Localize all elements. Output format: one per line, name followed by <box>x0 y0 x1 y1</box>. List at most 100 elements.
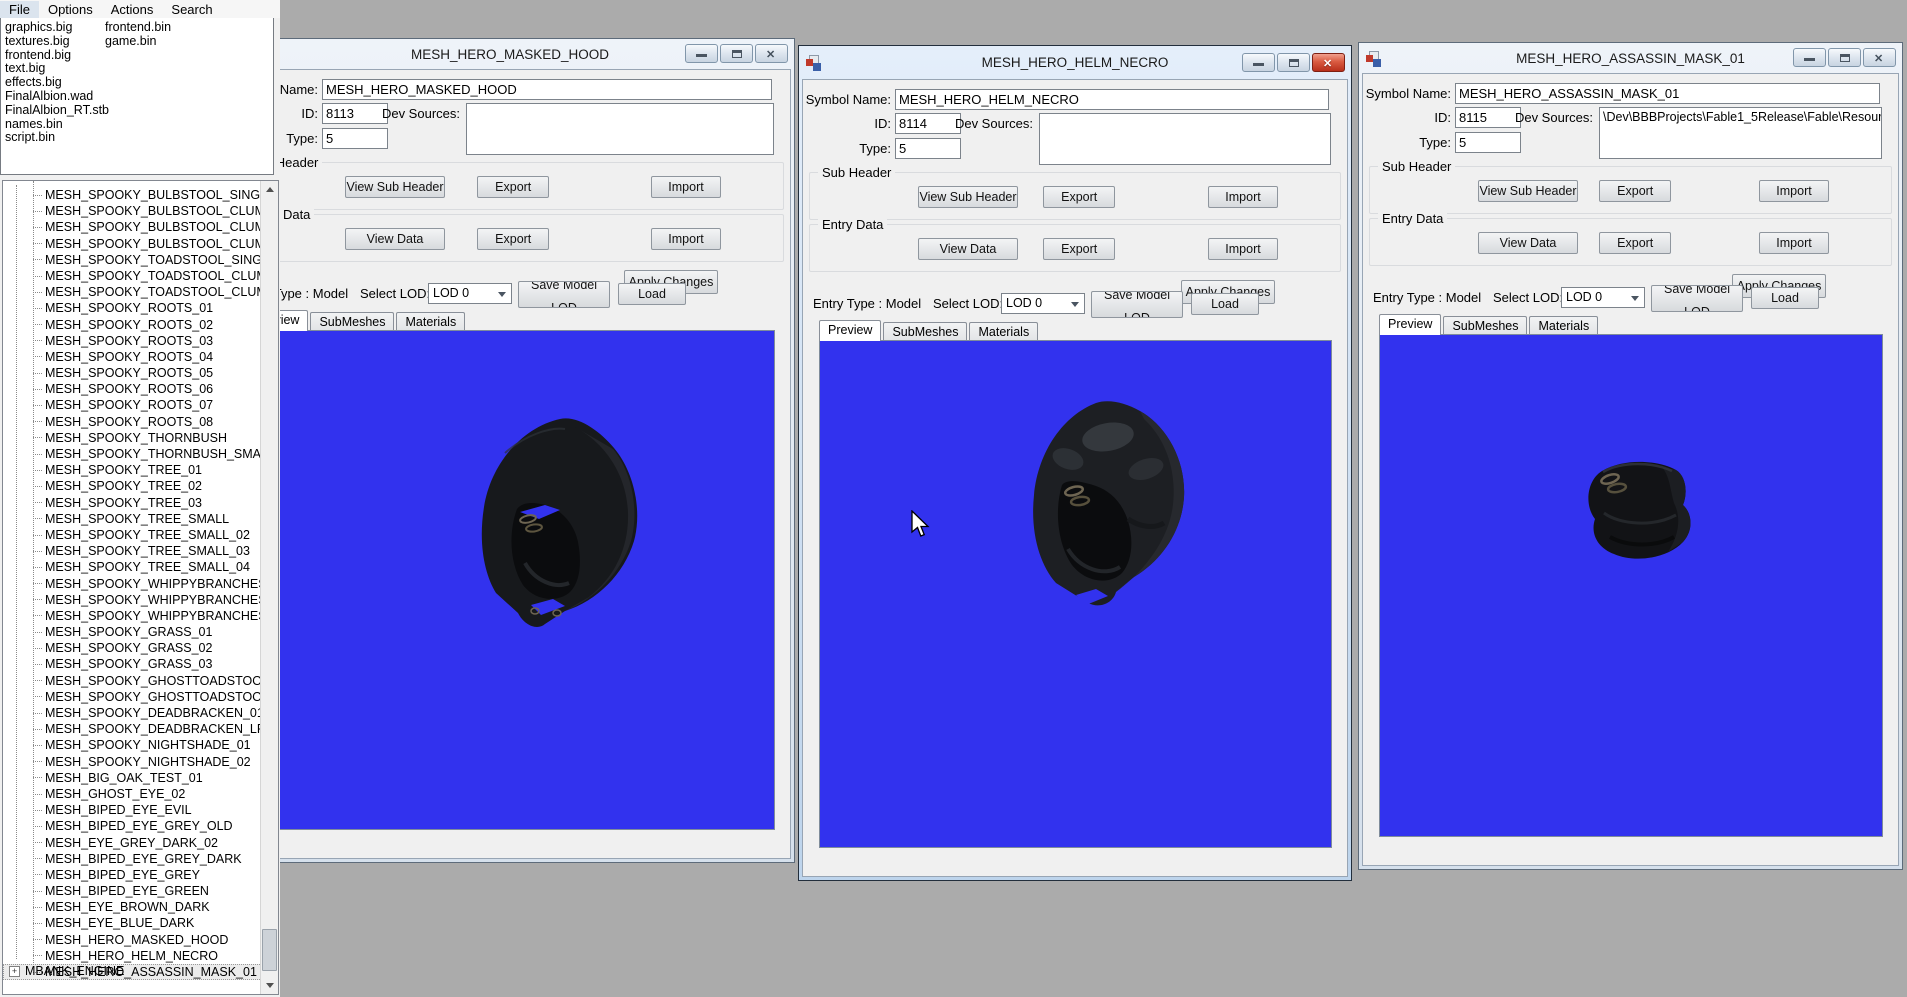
tree-item[interactable]: MESH_SPOOKY_GRASS_01 <box>3 624 278 640</box>
tree-item[interactable]: MESH_SPOOKY_ROOTS_06 <box>3 381 278 397</box>
maximize-button[interactable] <box>1277 53 1310 72</box>
tree-item[interactable]: MESH_SPOOKY_THORNBUSH_SMALL <box>3 446 278 462</box>
preview-canvas[interactable] <box>819 340 1332 848</box>
tree-item[interactable]: MESH_SPOOKY_TREE_SMALL_03 <box>3 543 278 559</box>
menu-options[interactable]: Options <box>39 1 102 18</box>
tree-item[interactable]: MESH_SPOOKY_TOADSTOOL_CLUMP_01 <box>3 268 278 284</box>
tree-item[interactable]: MESH_SPOOKY_TREE_03 <box>3 495 278 511</box>
file-item[interactable]: names.bin <box>5 117 109 132</box>
tree-item[interactable]: MESH_GHOST_EYE_02 <box>3 786 278 802</box>
scrollbar-thumb[interactable] <box>262 929 277 971</box>
view-sub-header-button[interactable]: View Sub Header <box>1478 180 1578 202</box>
tree-item[interactable]: MESH_EYE_BROWN_DARK <box>3 899 278 915</box>
tab-preview[interactable]: Preview <box>1379 314 1442 335</box>
title-bar[interactable]: MESH_HERO_ASSASSIN_MASK_01 ✕ <box>1362 43 1899 73</box>
import-sub-header-button[interactable]: Import <box>651 176 721 198</box>
tree-item[interactable]: MESH_SPOOKY_NIGHTSHADE_02 <box>3 754 278 770</box>
tree-item[interactable]: MESH_SPOOKY_WHIPPYBRANCHES_POL <box>3 608 278 624</box>
maximize-button[interactable] <box>720 44 753 63</box>
type-input[interactable] <box>322 128 388 149</box>
export-sub-header-button[interactable]: Export <box>1599 180 1672 202</box>
tree-item[interactable]: MESH_SPOOKY_ROOTS_05 <box>3 365 278 381</box>
tree-root-mbank-engine[interactable]: + MBANK_ENGINE <box>9 963 124 979</box>
symbol-name-input[interactable] <box>1455 83 1880 104</box>
file-item[interactable]: graphics.big <box>5 20 109 35</box>
tree-item[interactable]: MESH_SPOOKY_BULBSTOOL_CLUMP_BK <box>3 203 278 219</box>
tab-preview[interactable]: Preview <box>819 320 882 341</box>
title-bar[interactable]: MESH_HERO_HELM_NECRO ✕ <box>802 46 1348 79</box>
tree-item[interactable]: MESH_SPOOKY_TREE_01 <box>3 462 278 478</box>
load-button[interactable]: Load <box>1751 287 1819 309</box>
tree-item[interactable]: MESH_SPOOKY_TREE_SMALL <box>3 511 278 527</box>
tree-item[interactable]: MESH_SPOOKY_TOADSTOOL_CLUMP_02 <box>3 284 278 300</box>
type-input[interactable] <box>1455 132 1521 153</box>
scroll-down-icon[interactable] <box>261 977 278 994</box>
file-item[interactable]: FinalAlbion.wad <box>5 89 109 104</box>
close-button[interactable]: ✕ <box>1863 48 1896 67</box>
tree-item[interactable]: MESH_BIPED_EYE_GREY_DARK <box>3 851 278 867</box>
symbol-name-input[interactable] <box>322 79 772 100</box>
lod-combobox[interactable]: LOD 0 <box>1561 287 1645 308</box>
tab-submeshes[interactable]: SubMeshes <box>1443 316 1528 335</box>
tree-item[interactable]: MESH_SPOOKY_DEADBRACKEN_01 <box>3 705 278 721</box>
minimize-button[interactable] <box>1242 53 1275 72</box>
dev-sources-box[interactable]: \Dev\BBBProjects\Fable1_5Release\Fable\R… <box>1599 107 1882 159</box>
dev-sources-box[interactable] <box>466 103 774 155</box>
preview-canvas[interactable] <box>246 330 775 830</box>
menu-file[interactable]: File <box>0 0 39 18</box>
tree-item[interactable]: MESH_HERO_HELM_NECRO <box>3 948 278 964</box>
window-helm-necro[interactable]: MESH_HERO_HELM_NECRO ✕ Symbol Name: ID: … <box>798 45 1352 881</box>
tree-item[interactable]: MESH_SPOOKY_TREE_SMALL_04 <box>3 559 278 575</box>
tree-item[interactable]: MESH_SPOOKY_TOADSTOOL_SINGLE <box>3 252 278 268</box>
archive-file-list[interactable]: graphics.big textures.big frontend.big text… <box>0 18 274 175</box>
close-button[interactable]: ✕ <box>755 44 788 63</box>
mesh-tree[interactable]: MESH_SPOOKY_BULBSTOOL_SINGLE MESH_SPOOKY_… <box>2 180 279 995</box>
tree-item[interactable]: MESH_HERO_MASKED_HOOD <box>3 932 278 948</box>
import-sub-header-button[interactable]: Import <box>1759 180 1829 202</box>
menu-actions[interactable]: Actions <box>102 1 163 18</box>
dev-sources-box[interactable] <box>1039 113 1331 165</box>
tab-submeshes[interactable]: SubMeshes <box>310 312 395 331</box>
tree-item[interactable]: MESH_SPOOKY_GHOSTTOADSTOOL_01 <box>3 673 278 689</box>
view-data-button[interactable]: View Data <box>345 228 445 250</box>
tree-item[interactable]: MESH_SPOOKY_ROOTS_01 <box>3 300 278 316</box>
tab-submeshes[interactable]: SubMeshes <box>883 322 968 341</box>
file-item[interactable]: frontend.bin <box>105 20 171 35</box>
tree-item[interactable]: MESH_EYE_BLUE_DARK <box>3 915 278 931</box>
tree-item[interactable]: MESH_SPOOKY_TREE_02 <box>3 478 278 494</box>
tab-materials[interactable]: Materials <box>396 312 466 331</box>
file-item[interactable]: textures.big <box>5 34 109 49</box>
view-sub-header-button[interactable]: View Sub Header <box>918 186 1018 208</box>
tree-item[interactable]: MESH_SPOOKY_ROOTS_03 <box>3 333 278 349</box>
save-model-lod-button[interactable]: Save Model LOD <box>1651 285 1743 312</box>
tree-item[interactable]: MESH_EYE_GREY_DARK_02 <box>3 835 278 851</box>
tree-item[interactable]: MESH_SPOOKY_BULBSTOOL_CLUMP_SM <box>3 236 278 252</box>
import-data-button[interactable]: Import <box>651 228 721 250</box>
file-item[interactable]: script.bin <box>5 131 109 145</box>
expand-icon[interactable]: + <box>9 965 20 977</box>
lod-combobox[interactable]: LOD 0 <box>1001 293 1085 314</box>
tree-item[interactable]: MESH_SPOOKY_ROOTS_08 <box>3 414 278 430</box>
view-sub-header-button[interactable]: View Sub Header <box>345 176 445 198</box>
tree-item[interactable]: MESH_BIPED_EYE_GREEN <box>3 883 278 899</box>
tree-item[interactable]: MESH_SPOOKY_ROOTS_02 <box>3 317 278 333</box>
save-model-lod-button[interactable]: Save Model LOD <box>518 281 610 308</box>
tree-item[interactable]: MESH_BIG_OAK_TEST_01 <box>3 770 278 786</box>
import-data-button[interactable]: Import <box>1759 232 1829 254</box>
tree-item[interactable]: MESH_SPOOKY_ROOTS_07 <box>3 397 278 413</box>
window-assassin-mask[interactable]: MESH_HERO_ASSASSIN_MASK_01 ✕ Symbol Name… <box>1358 42 1903 870</box>
tree-item[interactable]: MESH_SPOOKY_WHIPPYBRANCHES_DEN <box>3 592 278 608</box>
type-input[interactable] <box>895 138 961 159</box>
import-data-button[interactable]: Import <box>1208 238 1278 260</box>
file-item[interactable]: frontend.big <box>5 48 109 63</box>
export-data-button[interactable]: Export <box>1043 238 1116 260</box>
save-model-lod-button[interactable]: Save Model LOD <box>1091 291 1183 318</box>
tree-item[interactable]: MESH_SPOOKY_GHOSTTOADSTOOL_CLU <box>3 689 278 705</box>
load-button[interactable]: Load <box>1191 293 1259 315</box>
tree-scrollbar[interactable] <box>260 181 278 994</box>
tree-item[interactable]: MESH_SPOOKY_BULBSTOOL_CLUMP_ME <box>3 219 278 235</box>
export-data-button[interactable]: Export <box>477 228 550 250</box>
title-bar[interactable]: MESH_HERO_MASKED_HOOD ✕ <box>229 39 791 69</box>
view-data-button[interactable]: View Data <box>918 238 1018 260</box>
tree-item[interactable]: MESH_SPOOKY_THORNBUSH <box>3 430 278 446</box>
